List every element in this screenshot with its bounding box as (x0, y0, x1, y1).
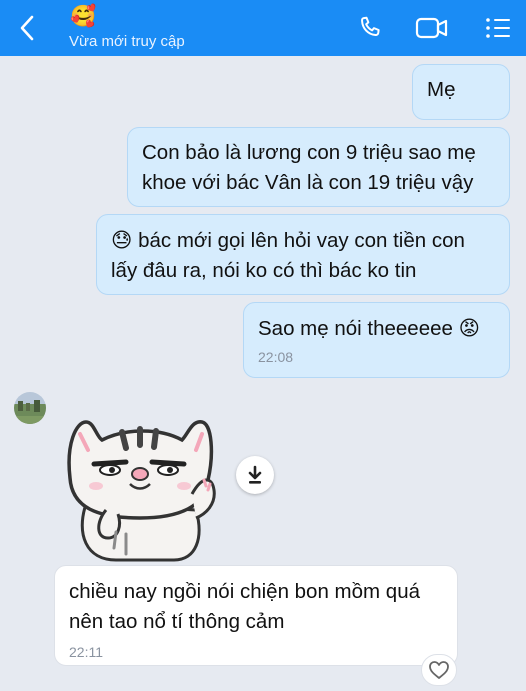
video-call-button[interactable] (414, 10, 450, 46)
heart-icon (429, 661, 449, 679)
message-text: bác mới gọi lên hỏi vay con tiền con lấy… (111, 229, 465, 282)
message-text: Mẹ (427, 78, 456, 101)
message-bubble-incoming[interactable]: chiều nay ngồi nói chiện bon mồm quá nên… (54, 565, 458, 666)
chat-options-button[interactable] (480, 10, 516, 46)
message-bubble-outgoing[interactable]: Mẹ (412, 64, 510, 120)
message-text: chiều nay ngồi nói chiện bon mồm quá nên… (69, 580, 421, 633)
contact-avatar[interactable] (14, 392, 46, 424)
message-time: 22:11 (69, 644, 103, 660)
contact-name-emoji[interactable]: 🥰 (70, 5, 96, 27)
message-time: 22:08 (258, 349, 294, 365)
chat-header: 🥰 Vừa mới truy cập (0, 0, 526, 56)
video-call-icon (415, 17, 448, 39)
cat-sticker[interactable] (56, 414, 224, 562)
contact-status: Vừa mới truy cập (69, 33, 185, 50)
reaction-button[interactable] (421, 654, 457, 686)
menu-list-icon (486, 18, 510, 38)
message-bubble-outgoing[interactable]: 😓 bác mới gọi lên hỏi vay con tiền con l… (96, 214, 510, 295)
message-text: Con bảo là lương con 9 triệu sao mẹ khoe… (142, 141, 476, 194)
call-button[interactable] (352, 10, 388, 46)
download-button[interactable] (236, 456, 274, 494)
sad-sweat-emoji: 😓 (111, 228, 133, 252)
angry-face-emoji: 😡 (458, 316, 480, 340)
back-button[interactable] (12, 12, 42, 44)
phone-icon (361, 16, 380, 36)
message-bubble-outgoing[interactable]: Con bảo là lương con 9 triệu sao mẹ khoe… (127, 127, 510, 207)
download-icon (248, 465, 262, 484)
message-bubble-outgoing[interactable]: Sao mẹ nói theeeeee 😡 22:08 (243, 302, 510, 378)
back-icon (20, 15, 34, 41)
message-text: Sao mẹ nói theeeeee (258, 317, 459, 340)
